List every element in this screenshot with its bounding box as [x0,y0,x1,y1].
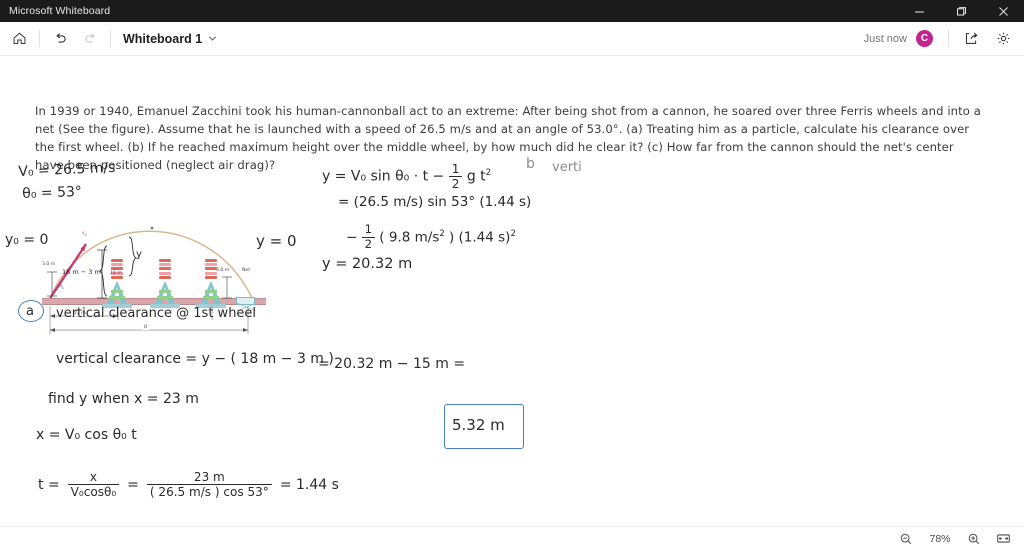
divider [948,30,949,47]
net-height-dimension [222,276,232,299]
eq-x: x = V₀ cos θ₀ t [36,427,137,443]
gear-icon[interactable] [988,24,1018,54]
launch-angle-label: θ0 [59,284,64,290]
tower-legs [155,281,175,304]
home-icon[interactable] [4,24,34,54]
wheel-cars [111,259,123,280]
divider [39,30,40,47]
note-clearance-bracket: 18 m − 3 m [62,268,101,276]
whiteboard-canvas[interactable]: In 1939 or 1940, Emanuel Zacchini took h… [0,56,1024,526]
eq-y-line1: y = V₀ sin θ₀ · t − 12 g t2 [322,163,492,191]
saved-status: Just now [863,32,907,45]
redo-icon[interactable] [75,24,105,54]
fit-to-screen-icon[interactable] [990,529,1016,549]
eq-t-fraction-2: 23 m ( 26.5 m/s ) cos 53° [146,470,272,500]
command-bar-right: Just now C [864,24,1024,54]
note-part-b-marker: b [526,156,535,172]
eq-y-tail: g t [466,168,486,185]
clearance-calculation: = 20.32 m − 15 m = [318,356,466,372]
eq-y-exponent: 2 [485,168,492,179]
divider [110,30,111,47]
note-y-diagram: y [136,249,142,260]
zoom-level[interactable]: 78% [922,533,958,545]
eq-y-line3: − 12 ( 9.8 m/s2 ) (1.44 s)2 [346,223,516,251]
handwritten-brace-left [98,245,108,297]
one-half-fraction: 12 [361,223,375,251]
app-title: Microsoft Whiteboard [9,5,111,17]
eq-y-line2: = (26.5 m/s) sin 53° (1.44 s) [338,194,532,210]
part-a-title: vertical clearance @ 1st wheel [56,306,257,321]
eq-t-fraction-1: x V₀cosθ₀ [67,470,120,500]
board-name-label: Whiteboard 1 [123,31,203,46]
wheel-height-label: 18 m [110,271,122,276]
eq-t-denominator: V₀cosθ₀ [70,485,117,500]
share-icon[interactable] [956,24,986,54]
window-controls [898,0,1024,22]
eq-t-result: = 1.44 s [279,476,339,493]
note-theta0: θ₀ = 53° [22,183,83,202]
range-label: R [142,325,150,330]
eq-y-result: y = 20.32 m [322,256,413,272]
net-label: Net [242,268,251,273]
problem-statement: In 1939 or 1940, Emanuel Zacchini took h… [35,104,981,172]
zoom-out-icon[interactable] [893,529,919,549]
eq-y-gravity: ( 9.8 m/s [379,229,440,246]
eq-t-equals: = [127,476,139,493]
eq-y-time: ) (1.44 s) [444,229,511,246]
eq-t: t = x V₀cosθ₀ = 23 m ( 26.5 m/s ) cos 53… [38,470,339,500]
window-title-bar: Microsoft Whiteboard [0,0,1024,22]
clearance-answer: 5.32 m [452,416,505,434]
whiteboard-app: Microsoft Whiteboard Whiteboard 1 Just n… [0,0,1024,550]
minimize-button[interactable] [898,0,940,22]
launch-height-label: 3.0 m [42,262,56,267]
maximize-restore-button[interactable] [940,0,982,22]
note-part-b-text: verti [552,160,582,175]
ferris-wheel-2 [150,259,180,308]
chevron-down-icon [208,34,217,43]
command-bar: Whiteboard 1 Just now C [0,22,1024,56]
zoom-in-icon[interactable] [961,529,987,549]
note-v0: V₀ = 26.5 m/s [18,159,116,180]
board-name-menu[interactable]: Whiteboard 1 [123,32,217,46]
eq-t-numerator-2: 23 m [193,470,225,484]
eq-t-denominator-2: ( 26.5 m/s ) cos 53° [149,485,269,500]
status-bar: 78% [0,526,1024,550]
one-half-fraction: 12 [448,163,463,190]
find-y-note: find y when x = 23 m [48,391,199,407]
undo-icon[interactable] [45,24,75,54]
eq-t-lhs: t = [38,476,60,493]
close-button[interactable] [982,0,1024,22]
eq-t-numerator: x [89,470,97,484]
avatar[interactable]: C [916,30,933,47]
clearance-equation: vertical clearance = y − ( 18 m − 3 m ) [56,351,334,367]
eq-y-minus: − [346,229,358,246]
net-height-label: 3.0 m [216,268,230,273]
eq-y-rhs: V₀ sin θ₀ · t − [350,168,445,185]
eq-y-exp2: 2 [510,227,516,238]
v0-vector-label: v0 [82,231,87,237]
part-a-label: a [26,304,34,319]
eq-y-lhs: y = [322,168,347,185]
wheel-cars [159,259,171,280]
